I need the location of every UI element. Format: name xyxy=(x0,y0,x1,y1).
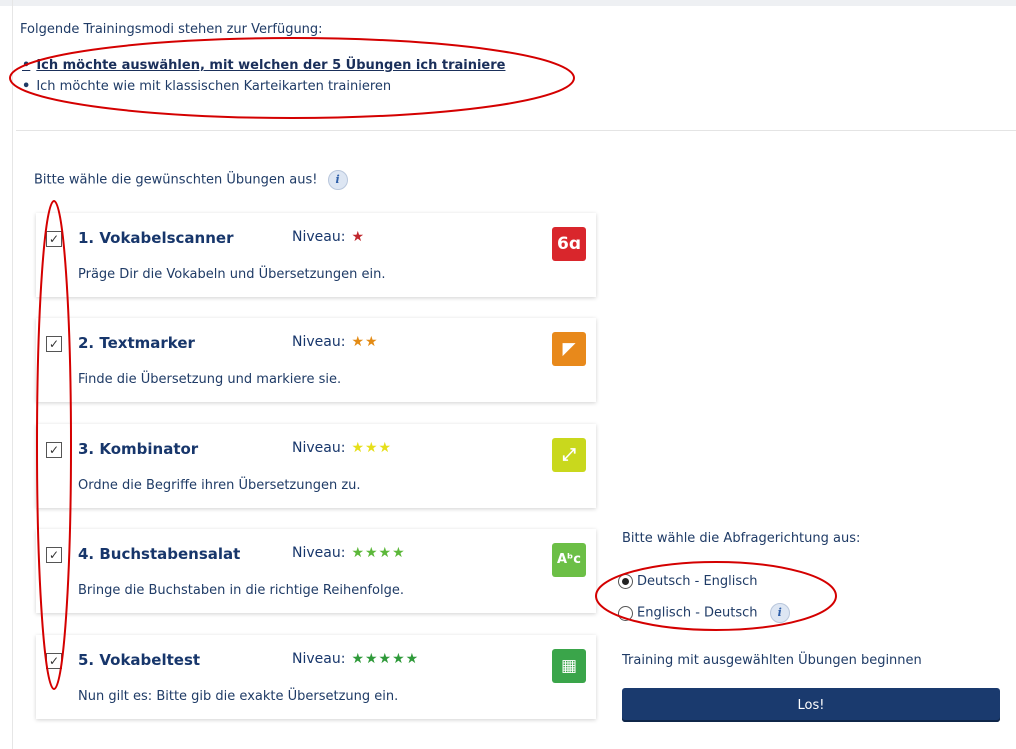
direction-label: Bitte wähle die Abfragerichtung aus: xyxy=(622,531,861,546)
exercise-description: Finde die Übersetzung und markiere sie. xyxy=(78,372,342,387)
exercise-level: Niveau: ★★★★★ xyxy=(292,651,419,667)
training-mode-list: • Ich möchte auswählen, mit welchen der 5… xyxy=(22,58,505,100)
training-modes-intro: Folgende Trainingsmodi stehen zur Verfüg… xyxy=(20,22,323,37)
level-stars: ★ xyxy=(351,229,365,245)
level-label: Niveau: xyxy=(292,440,346,456)
highlighter-icon: ◤ xyxy=(552,332,586,366)
level-label: Niveau: xyxy=(292,229,346,245)
glasses-icon: 6ɑ xyxy=(552,227,586,261)
exercise-checkbox[interactable]: ✓ xyxy=(46,653,62,669)
radio-button-checked[interactable] xyxy=(618,574,633,589)
level-label: Niveau: xyxy=(292,545,346,561)
level-label: Niveau: xyxy=(292,334,346,350)
bullet-icon: • xyxy=(22,58,31,73)
direction-option-de-en[interactable]: Deutsch - Englisch xyxy=(618,574,758,589)
direction-option-en-de[interactable]: Englisch - Deutsch i xyxy=(618,603,790,623)
level-stars: ★★★★ xyxy=(351,545,406,561)
connect-arrows-icon: ⤢ xyxy=(552,438,586,472)
exercise-description: Bringe die Buchstaben in die richtige Re… xyxy=(78,583,404,598)
exercise-card-textmarker: ✓ 2. Textmarker Niveau: ★★ Finde die Über… xyxy=(36,318,596,402)
exercise-checkbox[interactable]: ✓ xyxy=(46,336,62,352)
exercise-title: 2. Textmarker xyxy=(78,334,195,352)
start-training-label: Training mit ausgewählten Übungen beginn… xyxy=(622,653,922,668)
start-button[interactable]: Los! xyxy=(622,688,1000,722)
exercise-title: 5. Vokabeltest xyxy=(78,651,201,669)
exercise-description: Nun gilt es: Bitte gib die exakte Überse… xyxy=(78,689,399,704)
mode-option-label: Ich möchte wie mit klassischen Karteikar… xyxy=(36,79,392,94)
info-icon[interactable]: i xyxy=(769,603,790,623)
level-stars: ★★★ xyxy=(351,440,393,456)
mode-option-label: Ich möchte auswählen, mit welchen der 5 … xyxy=(36,58,506,73)
direction-option-label: Deutsch - Englisch xyxy=(637,574,758,589)
section-divider xyxy=(16,130,1016,131)
level-stars: ★★★★★ xyxy=(351,651,420,667)
exercise-title: 1. Vokabelscanner xyxy=(78,229,234,247)
exercise-prompt-text: Bitte wähle die gewünschten Übungen aus! xyxy=(34,172,318,188)
direction-option-label: Englisch - Deutsch xyxy=(637,605,758,621)
exercise-card-vokabelscanner: ✓ 1. Vokabelscanner Niveau: ★ Präge Dir d… xyxy=(36,213,596,297)
exercise-level: Niveau: ★★★ xyxy=(292,440,392,456)
exercise-card-vokabeltest: ✓ 5. Vokabeltest Niveau: ★★★★★ Nun gilt e… xyxy=(36,635,596,719)
letters-icon: Aᵇc xyxy=(552,543,586,577)
mode-option-flashcards[interactable]: • Ich möchte wie mit klassischen Karteika… xyxy=(22,79,505,94)
exercise-description: Ordne die Begriffe ihren Übersetzungen z… xyxy=(78,478,361,493)
keyboard-icon: ▦ xyxy=(552,649,586,683)
level-label: Niveau: xyxy=(292,651,346,667)
exercise-level: Niveau: ★★★★ xyxy=(292,545,406,561)
info-icon[interactable]: i xyxy=(327,170,348,190)
bullet-icon: • xyxy=(22,79,31,94)
exercise-title: 3. Kombinator xyxy=(78,440,199,458)
exercise-card-buchstabensalat: ✓ 4. Buchstabensalat Niveau: ★★★★ Bringe … xyxy=(36,529,596,613)
exercise-checkbox[interactable]: ✓ xyxy=(46,547,62,563)
exercise-checkbox[interactable]: ✓ xyxy=(46,231,62,247)
top-bar xyxy=(0,0,1016,6)
exercise-level: Niveau: ★ xyxy=(292,229,365,245)
radio-button[interactable] xyxy=(618,605,633,621)
exercise-level: Niveau: ★★ xyxy=(292,334,379,350)
exercise-prompt: Bitte wähle die gewünschten Übungen aus!… xyxy=(34,170,348,190)
level-stars: ★★ xyxy=(351,334,379,350)
exercise-checkbox[interactable]: ✓ xyxy=(46,442,62,458)
left-border xyxy=(12,0,13,749)
exercise-description: Präge Dir die Vokabeln und Übersetzungen… xyxy=(78,267,386,282)
mode-option-select-exercises[interactable]: • Ich möchte auswählen, mit welchen der 5… xyxy=(22,58,505,73)
exercise-card-kombinator: ✓ 3. Kombinator Niveau: ★★★ Ordne die Beg… xyxy=(36,424,596,508)
exercise-title: 4. Buchstabensalat xyxy=(78,545,241,563)
